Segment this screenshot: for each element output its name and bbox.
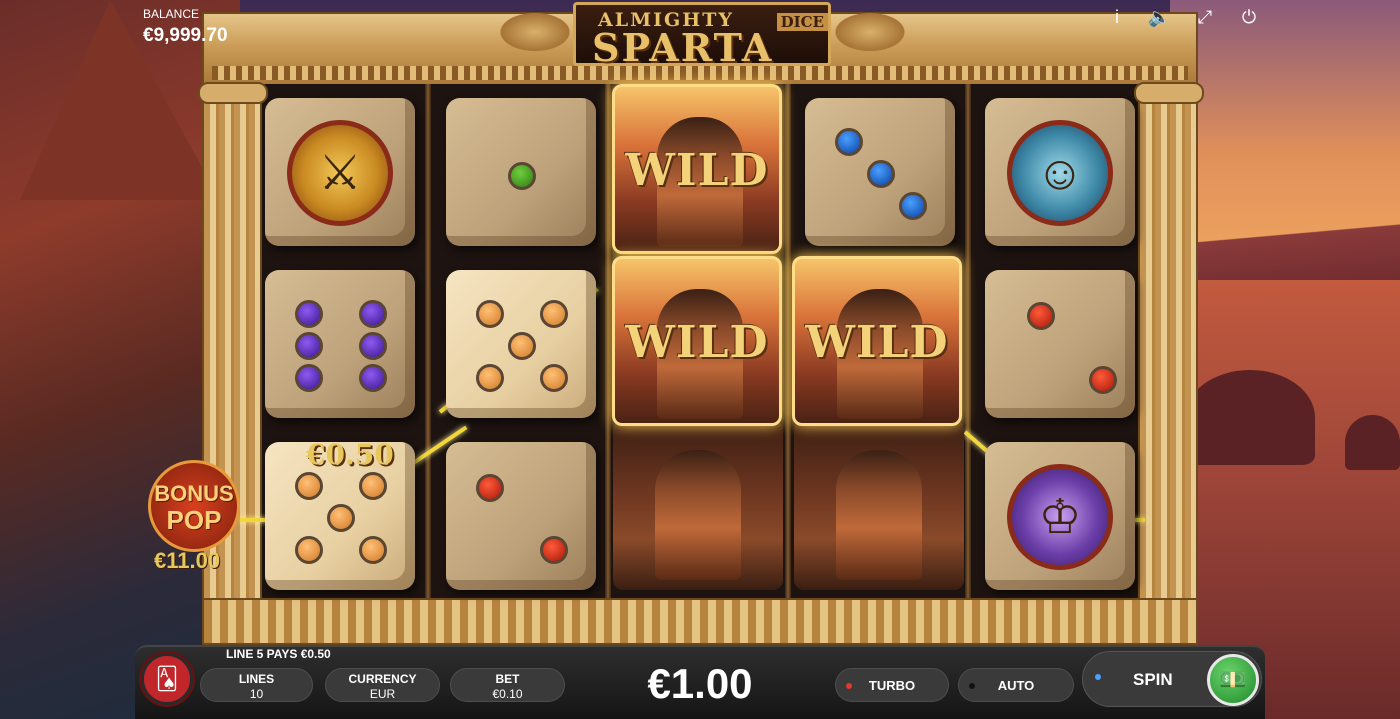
wild-label: WILD [625,317,769,368]
reel-separator [605,84,611,601]
lines-label: LINES [238,672,275,686]
cards-icon: 🂡 [155,666,179,691]
sound-icon[interactable]: 🔈 [1148,6,1170,28]
power-icon[interactable]: ⏻ [1238,6,1260,28]
money-stack-icon[interactable]: 💵 [1207,654,1259,706]
auto-button[interactable]: AUTO [958,668,1074,702]
temple-base [202,598,1198,645]
turbo-label: TURBO [868,678,916,693]
wild-die: WILD [612,256,782,426]
balance-label: BALANCE [143,7,200,21]
game-logo: ALMIGHTY DICE SPARTA [573,2,831,70]
info-icon[interactable]: i [1106,6,1128,28]
reel-separator [425,84,431,601]
logo-ornament-left [495,10,575,54]
die-red-two [985,270,1135,418]
bonus-pop-badge: BONUS POP [148,460,240,552]
medusa-symbol: ☺ [1007,120,1113,226]
bet-selector[interactable]: BET €0.10 [450,668,565,702]
sea-rock [1185,370,1315,465]
reel-separator [965,84,971,601]
paytable-button[interactable]: 🂡 [141,653,193,705]
total-bet: €1.00 [647,660,753,707]
sword-icon: ⚔ [318,147,362,200]
spin-indicator [1095,674,1101,680]
currency-selector[interactable]: CURRENCY EUR [325,668,440,702]
bet-label: BET [495,672,520,686]
distant-hill [1170,200,1400,290]
die-red-two [446,442,596,590]
auto-indicator [969,683,975,689]
king-icon: ♔ [1038,491,1082,544]
bonus-pop-line1: BONUS [154,481,234,506]
spin-label: SPIN [1133,670,1173,689]
auto-label: AUTO [997,678,1035,693]
wild-label: WILD [805,317,949,368]
die-medusa: ☺ [985,98,1135,246]
medusa-icon: ☺ [1035,146,1085,200]
spin-button[interactable]: SPIN 💵 [1082,651,1262,707]
bonus-pop-line2: POP [166,505,222,535]
bet-value: €0.10 [492,687,523,701]
wild-die: WILD [792,256,962,426]
die-blue-three [805,98,955,246]
die-sword-shield: ⚔ [265,98,415,246]
warrior-symbol [794,420,964,590]
right-column [1134,82,1204,600]
line-win-amount: €0.50 [306,438,394,471]
lines-selector[interactable]: LINES 10 [200,668,313,702]
logo-ornament-right [830,10,910,54]
line-pays-message: LINE 5 PAYS €0.50 [226,647,331,661]
wild-label: WILD [625,145,769,196]
die-purple-six [265,270,415,418]
sea-rock [1345,415,1400,470]
currency-value: EUR [369,687,396,701]
fullscreen-icon[interactable]: ⤢ [1194,6,1216,28]
die-king: ♔ [985,442,1135,590]
currency-label: CURRENCY [348,672,417,686]
die-orange-five [446,270,596,418]
balance-value: €9,999.70 [143,25,228,46]
logo-dice-tag: DICE [776,13,828,31]
king-symbol: ♔ [1007,464,1113,570]
die-green-one [446,98,596,246]
logo-sparta: SPARTA [592,25,774,70]
wild-die: WILD [612,84,782,254]
turbo-indicator [846,683,852,689]
lines-value: 10 [249,687,264,701]
warrior-symbol [613,420,783,590]
reel-separator [785,84,791,601]
sword-shield-symbol: ⚔ [287,120,393,226]
turbo-button[interactable]: TURBO [835,668,949,702]
bonus-pop-amount: €11.00 [154,548,221,573]
